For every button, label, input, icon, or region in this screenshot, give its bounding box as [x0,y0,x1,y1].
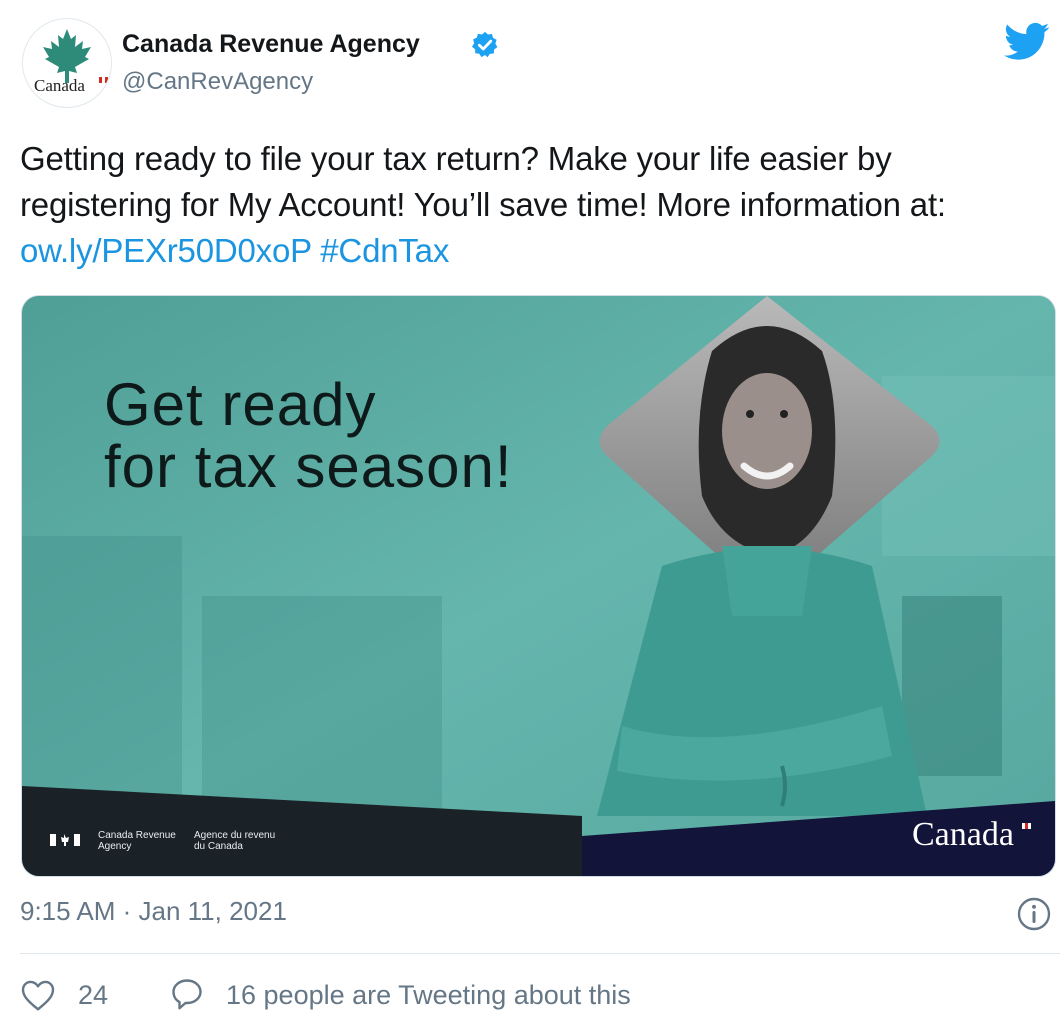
tweet-image[interactable]: Get ready for tax season! Canada Revenue… [21,295,1056,877]
conversation-link[interactable]: 16 people are Tweeting about this [226,980,631,1011]
twitter-bird-icon[interactable] [1004,22,1050,62]
tweet-hashtag[interactable]: #CdnTax [320,232,449,269]
speech-bubble-icon[interactable] [168,976,206,1012]
account-handle[interactable]: @CanRevAgency [122,68,313,96]
promo-headline: Get ready for tax season! [104,374,513,498]
agency-fr-line1: Agence du revenu [194,830,276,841]
promo-headline-line2: for tax season! [104,433,513,500]
info-icon[interactable] [1016,896,1052,932]
agency-en-line2: Agency [98,841,132,852]
tweet-text: Getting ready to file your tax return? M… [20,136,1050,274]
account-display-name[interactable]: Canada Revenue Agency [122,30,420,59]
agency-fr-line2: du Canada [194,841,243,852]
like-count[interactable]: 24 [78,980,108,1011]
tweet-link[interactable]: ow.ly/PEXr50D0xoP [20,232,312,269]
agency-name-fr: Agence du revenu du Canada [194,830,284,852]
divider [20,953,1060,954]
agency-en-line1: Canada Revenue [98,830,176,841]
agency-name-en: Canada Revenue Agency [98,830,188,852]
canada-wordmark: Canada [912,816,1014,853]
avatar-wordmark: Canada [34,76,85,95]
tweet-body: Getting ready to file your tax return? M… [20,140,946,223]
promo-headline-line1: Get ready [104,371,377,438]
heart-icon[interactable] [20,978,56,1012]
verified-badge-icon [472,31,498,58]
avatar[interactable]: Canada [22,18,112,108]
tweet-timestamp[interactable]: 9:15 AM · Jan 11, 2021 [20,896,287,927]
